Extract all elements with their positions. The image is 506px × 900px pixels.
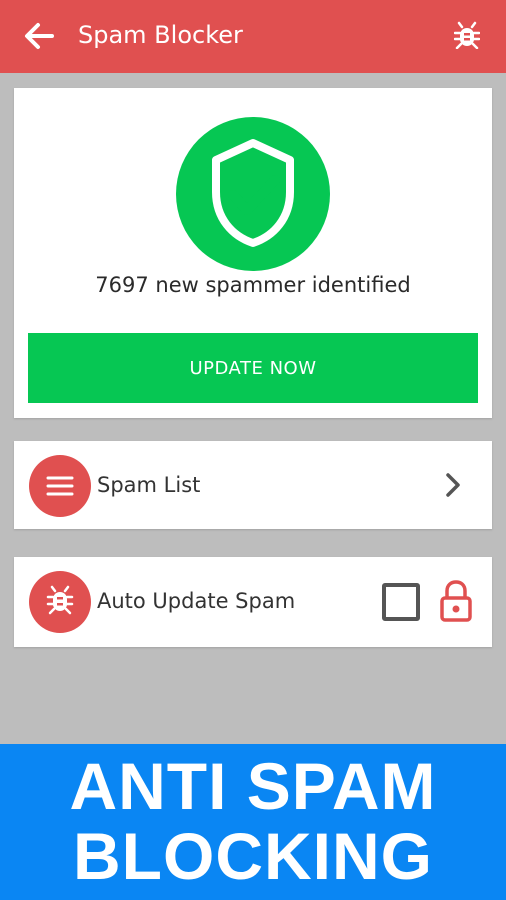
auto-update-checkbox[interactable] — [382, 583, 420, 621]
app-bar: Spam Blocker — [0, 0, 506, 73]
spammer-count-message: 7697 new spammer identified — [95, 273, 411, 297]
menu-icon — [46, 476, 74, 496]
status-card: 7697 new spammer identified UPDATE NOW — [14, 88, 492, 418]
banner-line-2: BLOCKING — [73, 819, 433, 893]
auto-update-spam-row: Auto Update Spam — [14, 557, 492, 647]
lock-icon — [440, 580, 472, 622]
spam-list-row[interactable]: Spam List — [14, 441, 492, 529]
spam-list-icon-badge — [29, 455, 91, 517]
back-arrow-icon[interactable] — [22, 18, 58, 54]
promo-banner: ANTI SPAM BLOCKING — [0, 744, 506, 900]
banner-line-1: ANTI SPAM — [69, 749, 437, 823]
shield-check-icon — [176, 117, 330, 271]
auto-update-icon-badge — [29, 571, 91, 633]
app-title: Spam Blocker — [78, 21, 243, 49]
spam-list-label: Spam List — [97, 473, 201, 497]
chevron-right-icon — [446, 473, 460, 497]
auto-update-spam-label: Auto Update Spam — [97, 589, 296, 613]
bug-icon[interactable] — [454, 21, 480, 49]
bug-icon — [46, 585, 74, 615]
update-now-button[interactable]: UPDATE NOW — [28, 333, 478, 403]
